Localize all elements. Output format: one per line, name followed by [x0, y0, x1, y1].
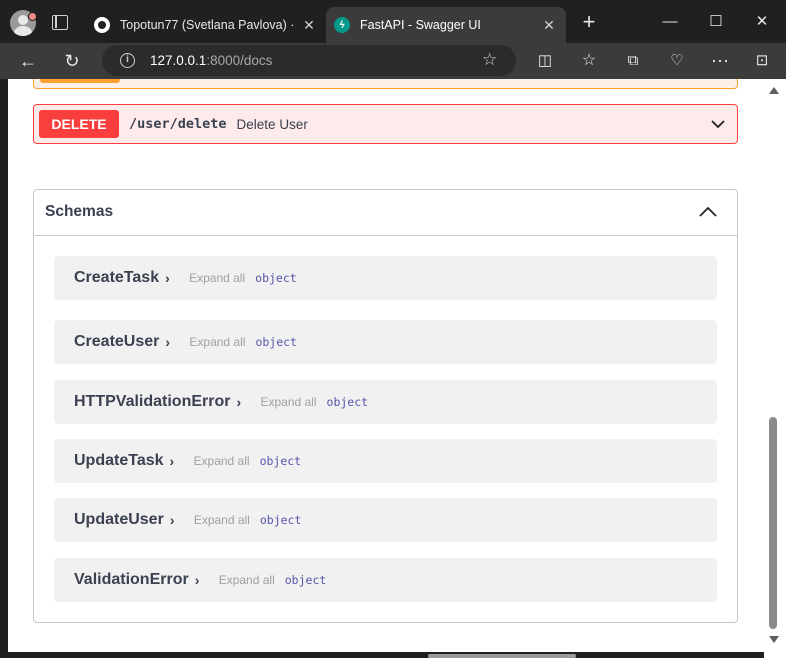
- favorites-icon[interactable]: ☆: [575, 47, 603, 75]
- scroll-up-arrow[interactable]: [769, 87, 779, 94]
- maximize-button[interactable]: ☐: [696, 8, 736, 36]
- schema-name[interactable]: CreateUser: [74, 333, 159, 351]
- page-viewport: DELETE /user/delete Delete User Schemas …: [8, 79, 764, 652]
- chevron-right-icon[interactable]: ›: [195, 573, 205, 587]
- schema-name[interactable]: HTTPValidationError: [74, 393, 230, 411]
- url-host: 127.0.0.1: [150, 53, 207, 68]
- schema-name[interactable]: UpdateUser: [74, 511, 164, 529]
- back-button[interactable]: ←: [14, 47, 42, 75]
- url-text[interactable]: 127.0.0.1:8000/docs: [150, 53, 272, 68]
- schema-item-httpvalidationerror[interactable]: HTTPValidationError › Expand all object: [54, 380, 717, 424]
- expand-all-link[interactable]: Expand all: [260, 395, 316, 409]
- schemas-title: Schemas: [45, 203, 114, 220]
- chevron-right-icon[interactable]: ›: [165, 271, 175, 285]
- schema-type: object: [284, 573, 327, 587]
- schema-item-updateuser[interactable]: UpdateUser › Expand all object: [54, 498, 717, 542]
- schemas-header[interactable]: Schemas: [34, 190, 737, 236]
- chevron-up-icon[interactable]: [699, 205, 717, 219]
- expand-all-link[interactable]: Expand all: [189, 335, 245, 349]
- put-opblock-remnant: [33, 79, 738, 89]
- vertical-scrollbar[interactable]: [764, 79, 786, 658]
- tab-title: Topotun77 (Svetlana Pavlova) · Git: [120, 18, 296, 32]
- delete-endpoint-block[interactable]: DELETE /user/delete Delete User: [33, 104, 738, 144]
- browser-window: Topotun77 (Svetlana Pavlova) · Git ✕ ϟ F…: [0, 0, 786, 658]
- expand-all-link[interactable]: Expand all: [219, 573, 275, 587]
- tab-swagger[interactable]: ϟ FastAPI - Swagger UI ✕: [326, 7, 566, 43]
- endpoint-path: /user/delete: [129, 116, 227, 132]
- expand-all-link[interactable]: Expand all: [194, 513, 250, 527]
- star-icon[interactable]: ☆: [482, 50, 497, 70]
- url-path: :8000/docs: [206, 53, 273, 68]
- more-menu-icon[interactable]: ⋯: [706, 47, 734, 75]
- close-icon[interactable]: ✕: [536, 17, 562, 34]
- scrollbar-thumb[interactable]: [769, 417, 777, 629]
- tab-title: FastAPI - Swagger UI: [360, 18, 481, 32]
- put-method-badge: [40, 79, 120, 83]
- minimize-button[interactable]: —: [650, 8, 690, 36]
- new-tab-button[interactable]: +: [577, 11, 601, 35]
- schema-item-updatetask[interactable]: UpdateTask › Expand all object: [54, 439, 717, 483]
- endpoint-summary: Delete User: [236, 116, 308, 132]
- profile-status-dot: [28, 12, 37, 21]
- schema-type: object: [326, 395, 369, 409]
- scroll-down-arrow[interactable]: [769, 636, 779, 643]
- collections-icon[interactable]: ⧉: [619, 47, 647, 75]
- chevron-right-icon[interactable]: ›: [236, 395, 246, 409]
- fastapi-icon: ϟ: [334, 17, 350, 33]
- expand-all-link[interactable]: Expand all: [194, 454, 250, 468]
- expand-all-link[interactable]: Expand all: [189, 271, 245, 285]
- chevron-right-icon[interactable]: ›: [165, 335, 175, 349]
- schema-item-createuser[interactable]: CreateUser › Expand all object: [54, 320, 717, 364]
- schemas-section: Schemas CreateTask › Expand all object C…: [33, 189, 738, 623]
- schema-name[interactable]: ValidationError: [74, 571, 189, 589]
- split-screen-icon[interactable]: ◫: [531, 47, 559, 75]
- address-toolbar: ← ↻ i 127.0.0.1:8000/docs ☆ ◫ ☆ ⧉ ♡ ⋯ ⊡: [0, 43, 786, 79]
- sidebar-toggle-icon[interactable]: ⊡: [748, 47, 776, 75]
- schema-item-createtask[interactable]: CreateTask › Expand all object: [54, 256, 717, 300]
- tab-github[interactable]: Topotun77 (Svetlana Pavlova) · Git ✕: [86, 7, 326, 43]
- github-icon: [94, 17, 110, 33]
- schema-item-validationerror[interactable]: ValidationError › Expand all object: [54, 558, 717, 602]
- chevron-down-icon[interactable]: [711, 117, 725, 131]
- schema-name[interactable]: UpdateTask: [74, 452, 164, 470]
- method-badge: DELETE: [39, 110, 119, 138]
- schema-type: object: [259, 454, 302, 468]
- schema-type: object: [255, 271, 297, 285]
- horizontal-scroll-indicator: [428, 654, 576, 658]
- schema-name[interactable]: CreateTask: [74, 269, 159, 287]
- address-bar[interactable]: i 127.0.0.1:8000/docs ☆: [102, 45, 516, 76]
- chevron-right-icon[interactable]: ›: [170, 513, 180, 527]
- chevron-right-icon[interactable]: ›: [170, 454, 180, 468]
- refresh-button[interactable]: ↻: [58, 47, 86, 75]
- tab-actions-icon[interactable]: [52, 15, 68, 30]
- info-icon[interactable]: i: [120, 53, 135, 68]
- tab-strip: Topotun77 (Svetlana Pavlova) · Git ✕ ϟ F…: [0, 0, 786, 43]
- close-icon[interactable]: ✕: [296, 17, 322, 34]
- browser-essentials-icon[interactable]: ♡: [663, 47, 691, 75]
- close-window-button[interactable]: ✕: [742, 8, 782, 36]
- schema-type: object: [259, 513, 302, 527]
- schema-type: object: [255, 335, 297, 349]
